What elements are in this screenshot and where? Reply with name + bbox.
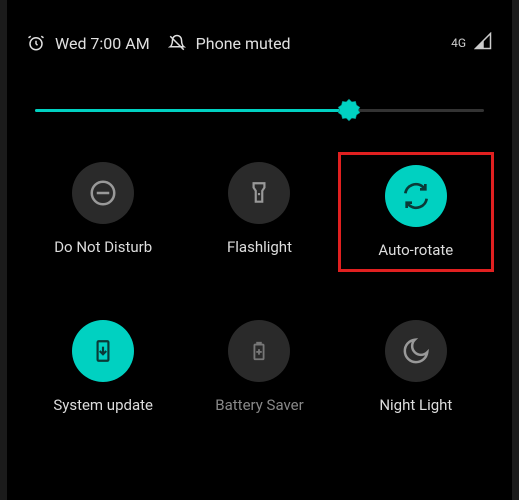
- tile-system-update[interactable]: System update: [25, 310, 181, 424]
- tile-night-light[interactable]: Night Light: [338, 310, 494, 424]
- tile-label: Battery Saver: [215, 396, 303, 414]
- tile-label: System update: [53, 396, 153, 414]
- quick-settings-panel: Wed 7:00 AM Phone muted 4G Do No: [7, 0, 512, 500]
- tile-label: Auto-rotate: [378, 241, 453, 259]
- battery-saver-icon: [228, 320, 290, 382]
- system-update-icon: [72, 320, 134, 382]
- brightness-fill: [35, 109, 349, 112]
- tile-battery-saver[interactable]: Battery Saver: [181, 310, 337, 424]
- alarm-icon: [27, 34, 45, 52]
- brightness-slider[interactable]: [35, 98, 484, 122]
- tile-flashlight[interactable]: Flashlight: [181, 152, 337, 272]
- dnd-icon: [72, 162, 134, 224]
- tile-auto-rotate[interactable]: Auto-rotate: [338, 152, 494, 272]
- tile-do-not-disturb[interactable]: Do Not Disturb: [25, 152, 181, 272]
- status-bar: Wed 7:00 AM Phone muted 4G: [7, 0, 512, 54]
- tile-label: Flashlight: [227, 238, 292, 256]
- network-label: 4G: [451, 37, 466, 49]
- phone-state-label: Phone muted: [196, 34, 291, 53]
- status-time: Wed 7:00 AM: [55, 34, 150, 53]
- flashlight-icon: [228, 162, 290, 224]
- brightness-thumb[interactable]: [336, 97, 362, 123]
- auto-rotate-icon: [385, 165, 447, 227]
- bell-off-icon: [168, 34, 186, 52]
- night-light-icon: [385, 320, 447, 382]
- tile-label: Night Light: [379, 396, 452, 414]
- tile-label: Do Not Disturb: [54, 238, 152, 256]
- signal-icon: [474, 32, 492, 54]
- tiles-grid: Do Not Disturb Flashlight Auto-rotate Sy…: [7, 122, 512, 424]
